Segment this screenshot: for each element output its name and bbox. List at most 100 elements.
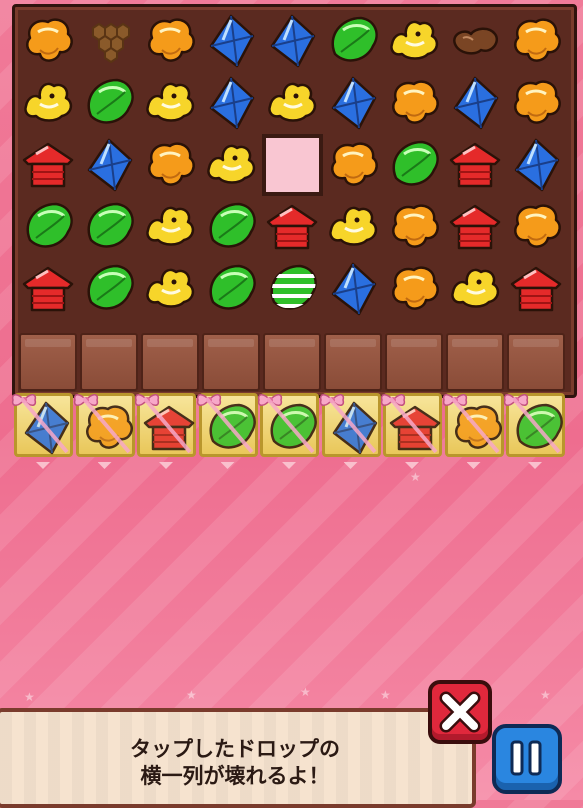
diamond-icon [209,76,255,130]
flower-icon [514,18,561,62]
drop-bird[interactable] [201,134,262,196]
game-board [12,4,577,398]
diamond-icon [331,76,377,130]
flower-icon [331,142,378,186]
drop-flower[interactable] [506,196,567,258]
drop-arrow-icon [528,462,542,469]
star-decoration: ★ [186,688,197,702]
leaf-icon [331,16,378,62]
gift-box-flower [442,393,504,457]
diamond-icon [270,14,316,68]
pause-icon [510,740,542,776]
close-button[interactable] [428,680,492,744]
drop-house[interactable] [445,196,506,258]
drop-flower[interactable] [140,10,201,72]
drop-leaf[interactable] [18,196,79,258]
star-decoration: ★ [24,690,35,704]
drop-diamond[interactable] [323,258,384,320]
drop-house[interactable] [18,258,79,320]
diamond-icon [514,138,560,192]
empty-cell[interactable] [262,134,323,196]
drop-peanut[interactable] [445,10,506,72]
close-x-icon [439,691,481,733]
drop-house[interactable] [506,258,567,320]
gift-box-leaf [257,393,319,457]
drop-leaf[interactable] [384,134,445,196]
gift-box-house [380,393,442,457]
chocolate-block [141,333,199,391]
flower-icon [514,204,561,248]
flower-icon [392,266,439,310]
drop-bird[interactable] [445,258,506,320]
house-icon [266,204,318,250]
drop-flower[interactable] [384,72,445,134]
leaf-icon [209,202,256,248]
drop-leaf[interactable] [201,258,262,320]
ribbon-icon [511,396,561,454]
drop-leaf[interactable] [201,196,262,258]
drop-flower[interactable] [384,258,445,320]
drop-diamond[interactable] [201,72,262,134]
flower-icon [148,142,195,186]
gift-box-diamond [11,393,73,457]
drop-arrow-icon [343,462,358,469]
star-decoration: ★ [540,688,551,702]
leaf-icon [209,264,256,310]
star-decoration: ★ [410,470,421,484]
drop-flower[interactable] [506,72,567,134]
hint-message: タップしたドロップの 横一列が壊れるよ！ [70,736,400,790]
drop-bird[interactable] [140,258,201,320]
pause-button[interactable] [492,724,562,794]
drop-diamond[interactable] [79,134,140,196]
drop-bird[interactable] [18,72,79,134]
diamond-icon [209,14,255,68]
drop-bird[interactable] [384,10,445,72]
drop-arrow-icon [159,462,173,469]
diamond-icon [331,262,377,316]
bird-icon [146,82,195,122]
drop-diamond[interactable] [201,10,262,72]
drop-diamond[interactable] [445,72,506,134]
drop-bird[interactable] [140,72,201,134]
drop-honeycomb[interactable] [79,10,140,72]
drop-arrow-icon [220,462,235,469]
drop-leaf[interactable] [323,10,384,72]
drop-flower[interactable] [18,10,79,72]
chocolate-block [202,333,260,391]
gift-box-house [134,393,196,457]
drop-bird[interactable] [262,72,323,134]
drop-arrow-icon [466,462,481,469]
leaf-icon [26,202,73,248]
bird-icon [451,268,500,308]
drop-arrow-icon [282,462,296,469]
hint-message-box: タップしたドロップの 横一列が壊れるよ！ [0,708,476,808]
leaf-striped-icon [270,264,317,310]
drop-house[interactable] [445,134,506,196]
drop-diamond[interactable] [506,134,567,196]
drop-diamond[interactable] [262,10,323,72]
chocolate-block [80,333,138,391]
leaf-icon [87,78,134,124]
drop-house[interactable] [18,134,79,196]
drop-diamond[interactable] [323,72,384,134]
drop-flower[interactable] [384,196,445,258]
bird-icon [146,268,195,308]
drop-leaf-striped[interactable] [262,258,323,320]
hint-line-1: タップしたドロップの [130,737,340,761]
drop-arrow-icon [405,462,419,469]
drop-flower[interactable] [140,134,201,196]
drop-leaf[interactable] [79,258,140,320]
leaf-icon [87,264,134,310]
honeycomb-icon [92,22,130,64]
drop-leaf[interactable] [79,196,140,258]
drop-flower[interactable] [506,10,567,72]
house-icon [510,266,562,312]
drop-leaf[interactable] [79,72,140,134]
gift-box-leaf [503,393,565,457]
drop-bird[interactable] [140,196,201,258]
flower-icon [148,18,195,62]
drop-house[interactable] [262,196,323,258]
drop-flower[interactable] [323,134,384,196]
drop-bird[interactable] [323,196,384,258]
drop-arrow-icon [36,462,50,469]
